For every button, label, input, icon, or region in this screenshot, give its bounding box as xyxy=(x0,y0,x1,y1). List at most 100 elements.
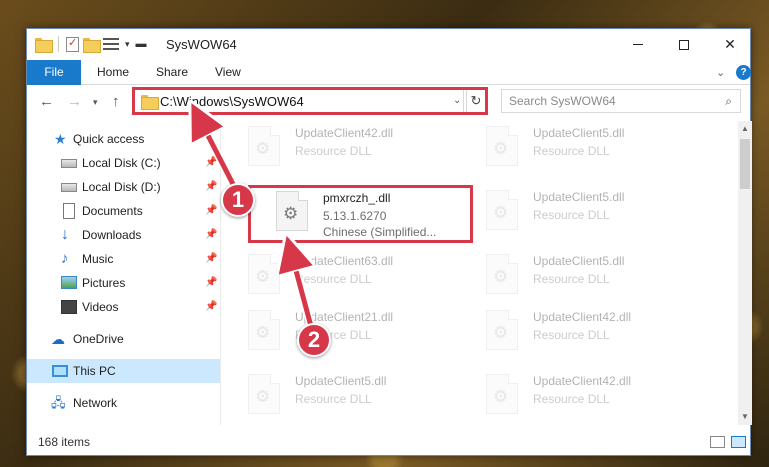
nav-item-label: Network xyxy=(73,396,118,410)
search-icon[interactable]: ⌕ xyxy=(725,94,732,109)
pin-icon[interactable]: 📌 xyxy=(205,229,217,240)
pin-icon[interactable]: 📌 xyxy=(205,301,217,312)
pin-icon[interactable]: 📌 xyxy=(205,253,217,264)
folder-icon xyxy=(35,37,53,53)
file-type: Resource DLL xyxy=(533,208,610,222)
nav-item-label: OneDrive xyxy=(73,332,124,346)
file-item[interactable]: UpdateClient5.dll Resource DLL xyxy=(243,369,463,421)
scroll-down-icon[interactable]: ▼ xyxy=(741,412,749,421)
dll-file-icon xyxy=(248,310,280,350)
nav-item-quick-access[interactable]: ★ Quick access xyxy=(27,127,220,151)
tab-view[interactable]: View xyxy=(215,60,241,85)
nav-item-this-pc[interactable]: This PC xyxy=(27,359,220,383)
file-version: 5.13.1.6270 xyxy=(323,209,387,223)
address-row: ← → ▾ ↑ C:\Windows\SysWOW64 ⌄ ↻ ⌕ xyxy=(27,86,750,118)
back-arrow-icon[interactable]: ← xyxy=(39,93,54,110)
file-name: UpdateClient5.dll xyxy=(295,374,387,388)
nav-item-local-disk-c[interactable]: Local Disk (C:) 📌 xyxy=(27,151,220,175)
tab-share[interactable]: Share xyxy=(156,60,188,85)
search-input[interactable] xyxy=(502,90,702,112)
file-item-selected[interactable]: pmxrczh_.dll 5.13.1.6270 Chinese (Simpli… xyxy=(271,186,491,239)
network-icon: 🖧 xyxy=(51,395,66,410)
expand-ribbon-icon[interactable]: ⌄ xyxy=(716,66,725,79)
dll-file-icon xyxy=(486,190,518,230)
file-explorer-window: ▾ ▬ SysWOW64 ✕ File Home Share View ⌄ ? … xyxy=(26,28,752,456)
search-box[interactable]: ⌕ xyxy=(501,89,741,113)
dll-file-icon xyxy=(248,374,280,414)
drive-icon xyxy=(61,183,77,192)
drive-icon xyxy=(61,159,77,168)
file-name: UpdateClient42.dll xyxy=(533,310,632,324)
file-item[interactable]: UpdateClient42.dll Resource DLL xyxy=(481,305,701,357)
item-count: 168 items xyxy=(38,435,91,449)
nav-item-label: Local Disk (C:) xyxy=(82,156,161,170)
scroll-up-icon[interactable]: ▲ xyxy=(741,124,749,133)
tab-home[interactable]: Home xyxy=(97,60,129,85)
file-item[interactable]: UpdateClient5.dll Resource DLL xyxy=(481,185,701,237)
file-item[interactable]: UpdateClient5.dll Resource DLL xyxy=(481,121,701,173)
new-folder-icon[interactable] xyxy=(83,37,101,53)
customize-toolbar-caret-icon[interactable]: ▾ xyxy=(125,39,130,50)
step-badge-2: 2 xyxy=(297,323,331,357)
dll-file-icon xyxy=(486,310,518,350)
file-item[interactable]: UpdateClient42.dll Resource DLL xyxy=(481,369,701,421)
vertical-scrollbar[interactable]: ▲ ▼ xyxy=(738,121,752,425)
help-icon[interactable]: ? xyxy=(736,65,751,80)
close-button[interactable]: ✕ xyxy=(707,29,753,60)
up-arrow-icon[interactable]: ↑ xyxy=(112,93,120,110)
toolbar-overflow-icon[interactable]: ▬ xyxy=(136,38,147,50)
file-name: pmxrczh_.dll xyxy=(323,191,391,205)
file-name: UpdateClient21.dll xyxy=(295,310,394,324)
recent-locations-icon[interactable]: ▾ xyxy=(93,97,98,108)
file-item[interactable]: UpdateClient42.dll Resource DLL xyxy=(243,121,463,173)
file-item[interactable]: UpdateClient21.dll Resource DLL xyxy=(243,305,463,357)
properties-icon[interactable] xyxy=(66,36,79,52)
file-type: Resource DLL xyxy=(533,392,610,406)
file-name: UpdateClient42.dll xyxy=(295,126,394,140)
scroll-thumb[interactable] xyxy=(740,139,750,189)
ribbon-tabs: File Home Share View ⌄ ? xyxy=(27,60,751,85)
minimize-button[interactable] xyxy=(615,29,661,60)
download-icon: ↓ xyxy=(61,226,69,243)
file-item[interactable]: UpdateClient63.dll Resource DLL xyxy=(243,249,463,301)
address-path[interactable]: C:\Windows\SysWOW64 xyxy=(160,94,304,109)
nav-item-label: Pictures xyxy=(82,276,126,290)
file-type: Resource DLL xyxy=(533,144,610,158)
nav-item-local-disk-d[interactable]: Local Disk (D:) 📌 xyxy=(27,175,220,199)
maximize-icon xyxy=(679,39,689,50)
pin-icon[interactable]: 📌 xyxy=(205,157,217,168)
nav-item-label: Documents xyxy=(82,204,143,218)
nav-item-network[interactable]: 🖧 Network xyxy=(27,391,220,415)
videos-icon xyxy=(61,300,77,314)
title-bar: ▾ ▬ SysWOW64 ✕ xyxy=(27,29,750,60)
file-item[interactable]: UpdateClient5.dll Resource DLL xyxy=(481,249,701,301)
onedrive-icon: ☁ xyxy=(51,331,65,347)
tab-file[interactable]: File xyxy=(27,60,81,85)
refresh-button[interactable]: ↻ xyxy=(466,89,486,113)
large-icons-view-icon[interactable] xyxy=(731,436,746,448)
nav-item-music[interactable]: ♪ Music 📌 xyxy=(27,247,220,271)
forward-arrow-icon[interactable]: → xyxy=(67,93,82,110)
nav-item-videos[interactable]: Videos 📌 xyxy=(27,295,220,319)
file-name: UpdateClient5.dll xyxy=(533,190,625,204)
address-dropdown-icon[interactable]: ⌄ xyxy=(453,95,461,106)
nav-item-documents[interactable]: Documents 📌 xyxy=(27,199,220,223)
pin-icon[interactable]: 📌 xyxy=(205,181,217,192)
close-icon: ✕ xyxy=(724,36,736,52)
status-bar: 168 items xyxy=(27,429,750,455)
address-bar[interactable]: C:\Windows\SysWOW64 ⌄ xyxy=(134,89,464,113)
details-view-icon[interactable] xyxy=(710,436,725,448)
view-options-icon[interactable] xyxy=(103,37,119,51)
nav-item-pictures[interactable]: Pictures 📌 xyxy=(27,271,220,295)
nav-item-label: Music xyxy=(82,252,114,266)
pin-icon[interactable]: 📌 xyxy=(205,205,217,216)
dll-file-icon xyxy=(248,254,280,294)
nav-item-label: Videos xyxy=(82,300,119,314)
maximize-button[interactable] xyxy=(661,29,707,60)
dll-file-icon xyxy=(486,254,518,294)
dll-file-icon xyxy=(486,126,518,166)
nav-item-downloads[interactable]: ↓ Downloads 📌 xyxy=(27,223,220,247)
toolbar-divider xyxy=(58,36,59,52)
pin-icon[interactable]: 📌 xyxy=(205,277,217,288)
nav-item-onedrive[interactable]: ☁ OneDrive xyxy=(27,327,220,351)
